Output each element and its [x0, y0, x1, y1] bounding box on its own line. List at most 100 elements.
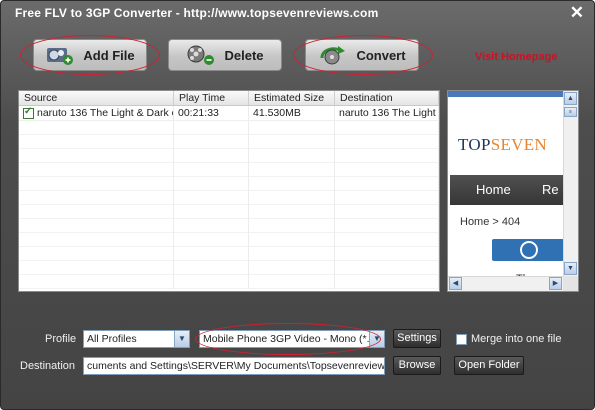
source-text: naruto 136 The Light & Dark o... [37, 107, 174, 119]
empty-cell [174, 191, 249, 205]
table-row[interactable]: naruto 136 The Light & Dark o... 00:21:3… [19, 106, 439, 121]
scroll-left-icon[interactable]: ◀ [449, 277, 462, 290]
scrollbar-corner [563, 276, 578, 291]
empty-cell [19, 163, 174, 177]
empty-cell [19, 121, 174, 135]
empty-row [19, 149, 439, 163]
preview-logo: TOPSEVEN [458, 135, 547, 155]
film-convert-icon [320, 46, 346, 65]
destination-path-field[interactable]: cuments and Settings\SERVER\My Documents… [83, 357, 385, 375]
preview-nav-next: Re [542, 182, 559, 197]
preview-horizontal-scrollbar[interactable]: ◀ ▶ [448, 276, 564, 291]
scroll-right-icon[interactable]: ▶ [549, 277, 562, 290]
close-icon[interactable]: ✕ [570, 3, 584, 23]
delete-label: Delete [224, 47, 264, 63]
empty-cell [335, 121, 439, 135]
empty-cell [335, 247, 439, 261]
open-folder-button[interactable]: Open Folder [454, 356, 524, 375]
file-list-header: Source Play Time Estimated Size Destinat… [19, 91, 439, 106]
empty-cell [335, 149, 439, 163]
empty-cell [19, 205, 174, 219]
empty-cell [249, 233, 335, 247]
empty-cell [249, 205, 335, 219]
empty-cell [335, 275, 439, 289]
source-cell: naruto 136 The Light & Dark o... [19, 106, 174, 120]
scroll-up-icon[interactable]: ▲ [564, 92, 577, 105]
empty-cell [174, 135, 249, 149]
empty-row [19, 163, 439, 177]
delete-button[interactable]: Delete [168, 39, 282, 71]
app-window: Free FLV to 3GP Converter - http://www.t… [0, 0, 595, 410]
empty-cell [335, 163, 439, 177]
empty-cell [19, 149, 174, 163]
empty-cell [335, 205, 439, 219]
preview-breadcrumb: Home > 404 [460, 216, 521, 228]
add-file-button[interactable]: Add File [33, 39, 147, 71]
chevron-down-icon[interactable]: ▼ [174, 331, 189, 347]
column-header-source[interactable]: Source [19, 91, 174, 105]
empty-cell [174, 261, 249, 275]
empty-cell [19, 261, 174, 275]
empty-cell [174, 149, 249, 163]
empty-cell [249, 177, 335, 191]
empty-cell [249, 275, 335, 289]
empty-cell [335, 177, 439, 191]
empty-cell [174, 163, 249, 177]
empty-cell [174, 121, 249, 135]
add-file-label: Add File [83, 47, 135, 63]
profile-select[interactable]: All Profiles ▼ [83, 330, 190, 348]
empty-cell [174, 177, 249, 191]
empty-cell [335, 135, 439, 149]
column-header-play-time[interactable]: Play Time [174, 91, 249, 105]
visit-homepage-link[interactable]: Visit Homepage [475, 51, 557, 63]
empty-rows [19, 121, 439, 289]
empty-row [19, 177, 439, 191]
format-select-value: Mobile Phone 3GP Video - Mono (*.3gp) [203, 333, 385, 345]
file-list[interactable]: Source Play Time Estimated Size Destinat… [18, 90, 440, 292]
empty-cell [249, 135, 335, 149]
film-delete-icon [187, 45, 215, 65]
empty-cell [174, 219, 249, 233]
empty-row [19, 191, 439, 205]
film-add-icon [47, 48, 74, 65]
preview-globe-banner [492, 239, 564, 261]
preview-panel: TOPSEVEN Home Re Home > 404 The pa ▲ ≡ ▼… [447, 90, 579, 292]
empty-cell [335, 261, 439, 275]
chevron-down-icon[interactable]: ▼ [369, 331, 384, 347]
empty-row [19, 121, 439, 135]
scroll-thumb[interactable]: ≡ [564, 107, 577, 117]
merge-checkbox[interactable] [456, 334, 467, 345]
preview-top-bar [448, 91, 564, 97]
browse-button[interactable]: Browse [393, 356, 441, 375]
preview-vertical-scrollbar[interactable]: ▲ ≡ ▼ [563, 91, 578, 277]
profile-label: Profile [45, 333, 77, 345]
empty-row [19, 275, 439, 289]
column-header-destination[interactable]: Destination [335, 91, 439, 105]
empty-row [19, 247, 439, 261]
empty-cell [335, 233, 439, 247]
convert-button[interactable]: Convert [305, 39, 419, 71]
empty-cell [19, 275, 174, 289]
empty-cell [249, 247, 335, 261]
empty-cell [19, 247, 174, 261]
empty-cell [249, 163, 335, 177]
empty-cell [19, 233, 174, 247]
empty-cell [19, 135, 174, 149]
convert-label: Convert [356, 47, 406, 63]
row-checkbox[interactable] [23, 106, 34, 119]
format-select[interactable]: Mobile Phone 3GP Video - Mono (*.3gp) ▼ [199, 330, 385, 348]
title-bar[interactable]: Free FLV to 3GP Converter - http://www.t… [1, 1, 594, 25]
empty-row [19, 135, 439, 149]
settings-button[interactable]: Settings [393, 329, 441, 348]
destination-path-value: cuments and Settings\SERVER\My Documents… [87, 360, 385, 372]
empty-row [19, 261, 439, 275]
merge-label: Merge into one file [471, 333, 562, 345]
scroll-down-icon[interactable]: ▼ [564, 262, 577, 275]
empty-cell [174, 205, 249, 219]
empty-cell [19, 219, 174, 233]
logo-top: TOP [458, 135, 491, 154]
column-header-estimated-size[interactable]: Estimated Size [249, 91, 335, 105]
preview-nav-home: Home [476, 182, 511, 197]
empty-cell [249, 219, 335, 233]
empty-cell [19, 191, 174, 205]
